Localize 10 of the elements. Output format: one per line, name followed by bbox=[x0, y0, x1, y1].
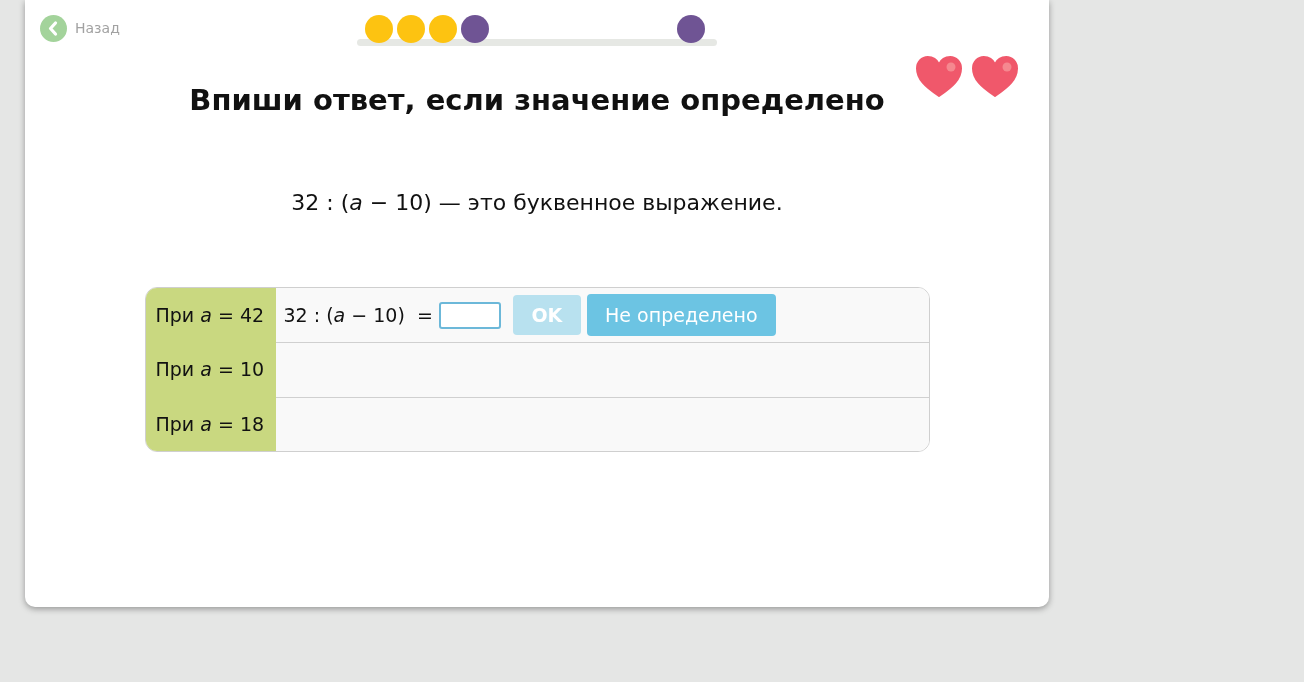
undefined-button[interactable]: Не определено bbox=[586, 294, 776, 337]
statement-text: 32 : (a − 10) — это буквенное выражение. bbox=[291, 189, 783, 217]
row-header: При a = 42 bbox=[145, 288, 276, 343]
chevron-left-icon bbox=[40, 14, 67, 42]
row-header: При a = 10 bbox=[145, 342, 276, 397]
task-title: Впиши ответ, если значение определено bbox=[189, 82, 885, 119]
row-header: При a = 18 bbox=[145, 396, 276, 451]
expression-text: 32 : (a − 10) = bbox=[283, 304, 433, 327]
back-button[interactable]: Назад bbox=[40, 14, 120, 42]
answer-field[interactable] bbox=[438, 301, 501, 329]
